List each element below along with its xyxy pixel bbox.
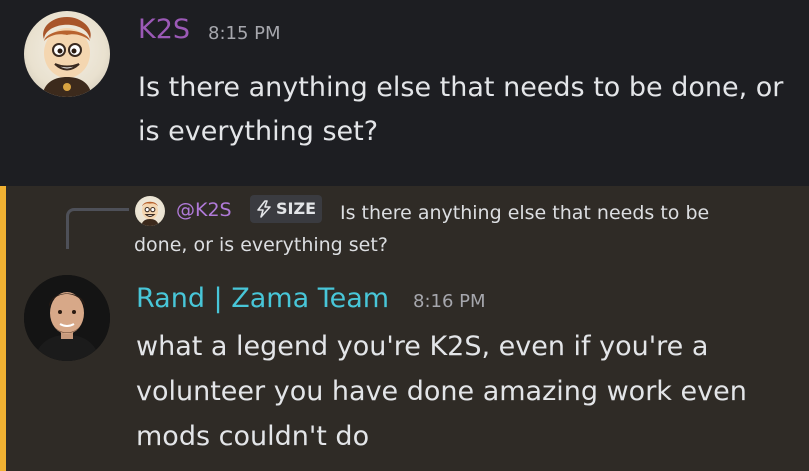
profile-photo-icon	[24, 275, 110, 361]
message-text: what a legend you're K2S, even if you're…	[136, 331, 747, 452]
reply-preview-text[interactable]: Is there anything else that needs to be …	[134, 197, 764, 261]
mention-highlight-bar	[0, 186, 6, 471]
timestamp: 8:16 PM	[413, 291, 486, 312]
avatar[interactable]	[24, 275, 110, 361]
message-text: Is there anything else that needs to be …	[138, 72, 784, 147]
author-name[interactable]: K2S	[138, 12, 190, 48]
cartoon-avatar-icon	[42, 17, 92, 97]
message-rand[interactable]: @K2S SIZE Is there anything else that ne…	[0, 186, 809, 471]
avatar[interactable]	[24, 11, 110, 97]
message-k2s[interactable]: K2S 8:15 PM Is there anything else that …	[0, 0, 809, 186]
reply-connector	[66, 208, 129, 249]
timestamp: 8:15 PM	[208, 23, 281, 44]
author-name[interactable]: Rand | Zama Team	[136, 281, 389, 317]
